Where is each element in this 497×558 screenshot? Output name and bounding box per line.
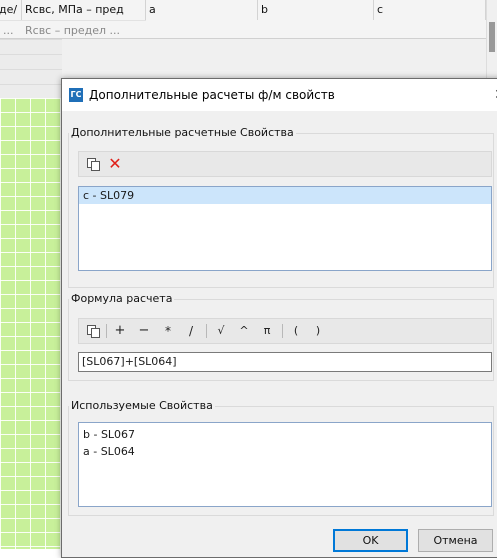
- column-header-c[interactable]: c: [374, 0, 486, 20]
- grid-gray-cells: [0, 39, 62, 98]
- used-properties-list[interactable]: b - SL067 a - SL064: [78, 422, 492, 507]
- toolbar-separator: [206, 324, 207, 338]
- column-header-rsvs[interactable]: Rсвс, МПа – пред: [22, 0, 146, 20]
- copy-icon[interactable]: [83, 152, 103, 176]
- open-paren-button[interactable]: (: [286, 319, 306, 343]
- used-properties-title: Используемые Свойства: [69, 399, 215, 413]
- formula-input[interactable]: [SL067]+[SL064]: [78, 352, 492, 372]
- toolbar-separator: [282, 324, 283, 338]
- multiply-button[interactable]: *: [158, 319, 178, 343]
- copy-icon[interactable]: [83, 319, 103, 343]
- formula-title: Формула расчета: [69, 292, 175, 306]
- power-button[interactable]: ^: [234, 319, 254, 343]
- scrollbar-thumb[interactable]: [489, 22, 495, 52]
- column-header-a[interactable]: a: [146, 0, 258, 20]
- divide-button[interactable]: /: [181, 319, 201, 343]
- list-item[interactable]: a - SL064: [79, 443, 491, 460]
- extra-properties-toolbar: ✕: [78, 151, 492, 177]
- toolbar-separator: [106, 324, 107, 338]
- list-item[interactable]: b - SL067: [79, 426, 491, 443]
- dialog-titlebar[interactable]: ГС Дополнительные расчеты ф/м свойств ✕: [62, 79, 497, 111]
- column-subheader-partial: ...: [0, 20, 22, 39]
- grid-green-cells: [0, 98, 62, 549]
- formula-toolbar: + − * / √ ^ π ( ): [78, 318, 492, 344]
- column-header-b[interactable]: b: [258, 0, 374, 20]
- plus-button[interactable]: +: [110, 319, 130, 343]
- close-paren-button[interactable]: ): [308, 319, 328, 343]
- minus-button[interactable]: −: [134, 319, 154, 343]
- extra-properties-list[interactable]: c - SL079: [78, 186, 492, 271]
- sqrt-button[interactable]: √: [211, 319, 231, 343]
- close-icon[interactable]: ✕: [490, 79, 497, 111]
- list-item[interactable]: c - SL079: [79, 187, 491, 204]
- column-header-partial[interactable]: де/: [0, 0, 22, 20]
- pi-button[interactable]: π: [257, 319, 277, 343]
- delete-icon[interactable]: ✕: [105, 152, 125, 176]
- extra-properties-title: Дополнительные расчетные Свойства: [69, 126, 296, 140]
- column-subheader-rsvs: Rсвс – предел ...: [22, 20, 146, 39]
- grid-header: де/ Rсвс, МПа – пред a b c ... Rсвс – пр…: [0, 0, 497, 39]
- calculations-dialog: ГС Дополнительные расчеты ф/м свойств ✕ …: [61, 78, 497, 558]
- app-icon: ГС: [69, 88, 83, 102]
- dialog-title: Дополнительные расчеты ф/м свойств: [89, 88, 335, 102]
